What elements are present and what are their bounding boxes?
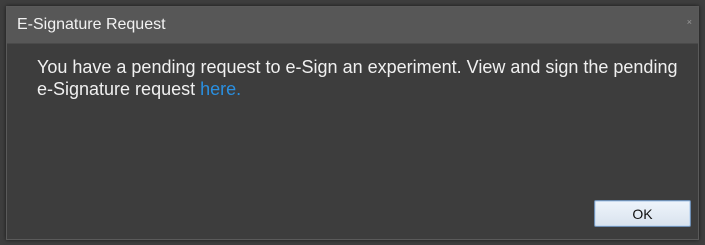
close-icon[interactable]: ×: [687, 18, 692, 27]
ok-button[interactable]: OK: [594, 200, 691, 227]
dialog-message: You have a pending request to e-Sign an …: [37, 56, 692, 100]
here-link[interactable]: here.: [200, 79, 241, 99]
dialog-title: E-Signature Request: [17, 16, 166, 33]
message-text: You have a pending request to e-Sign an …: [37, 57, 678, 99]
dialog-titlebar: E-Signature Request ×: [7, 7, 698, 44]
e-signature-request-dialog: E-Signature Request × You have a pending…: [6, 6, 699, 240]
